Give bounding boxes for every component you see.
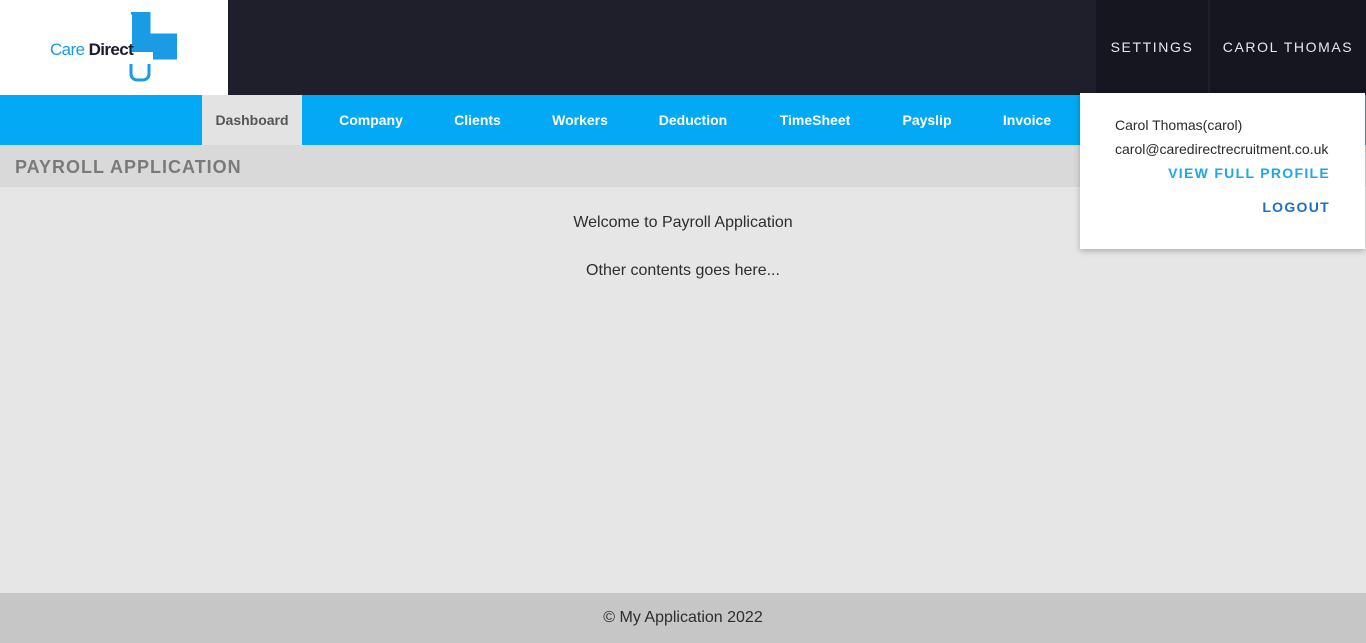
nav-items: Dashboard Company Clients Workers Deduct…	[202, 95, 1089, 145]
header-right-menu: SETTINGS CAROL THOMAS	[1096, 0, 1366, 95]
user-email: carol@caredirectrecruitment.co.uk	[1115, 141, 1329, 157]
other-contents-text: Other contents goes here...	[586, 262, 780, 279]
nav-item-clients[interactable]: Clients	[440, 95, 515, 145]
nav-item-deduction[interactable]: Deduction	[645, 95, 741, 145]
top-header: Care Direct SETTINGS CAROL THOMAS	[0, 0, 1366, 95]
logo[interactable]: Care Direct	[0, 0, 228, 95]
logo-text: Care Direct	[50, 40, 134, 60]
nav-item-payslip[interactable]: Payslip	[889, 95, 965, 145]
nav-item-dashboard[interactable]: Dashboard	[202, 95, 302, 145]
nav-item-company[interactable]: Company	[302, 95, 440, 145]
user-menu-link[interactable]: CAROL THOMAS	[1210, 0, 1366, 93]
nav-item-invoice[interactable]: Invoice	[965, 95, 1089, 145]
user-dropdown: Carol Thomas(carol) carol@caredirectrecr…	[1080, 93, 1365, 249]
footer-text: © My Application 2022	[603, 609, 763, 626]
footer: © My Application 2022	[0, 593, 1366, 643]
user-name: Carol Thomas(carol)	[1115, 117, 1243, 133]
page-title: PAYROLL APPLICATION	[15, 157, 242, 177]
settings-link[interactable]: SETTINGS	[1096, 0, 1208, 93]
view-full-profile-link[interactable]: VIEW FULL PROFILE	[1168, 165, 1330, 181]
logo-care-text: Care	[50, 40, 85, 59]
logo-direct-text: Direct	[88, 40, 134, 59]
nav-item-workers[interactable]: Workers	[515, 95, 645, 145]
logout-link[interactable]: LOGOUT	[1262, 199, 1330, 215]
nav-item-timesheet[interactable]: TimeSheet	[741, 95, 889, 145]
